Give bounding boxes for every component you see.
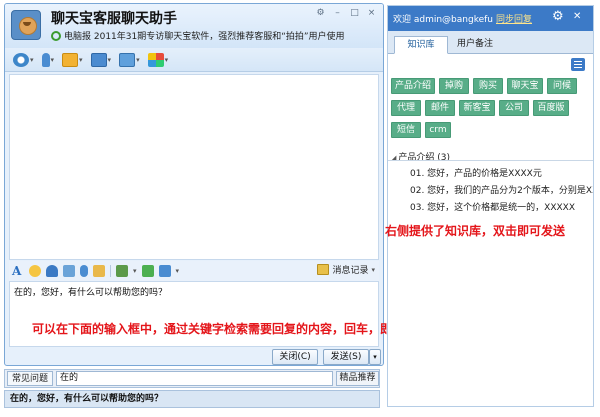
- tag-xinkebao[interactable]: 新客宝: [459, 100, 495, 116]
- welcome-text: 欢迎 admin@bangkefu: [393, 15, 494, 25]
- screen-share-button[interactable]: ▾: [117, 51, 142, 69]
- sync-reply-link[interactable]: 同步回复: [496, 12, 532, 25]
- tag-sms[interactable]: 短信: [391, 122, 421, 138]
- quick-reply-bar: 常见问题 在的 精品推荐: [4, 369, 380, 388]
- emoji-icon[interactable]: [29, 265, 41, 277]
- message-history-label: 消息记录: [332, 266, 369, 276]
- tag-diaogou[interactable]: 掉购: [439, 78, 469, 94]
- message-display[interactable]: [9, 74, 379, 260]
- apps-button[interactable]: ▾: [146, 51, 171, 69]
- suggestion-item[interactable]: 在的，您好，有什么可以帮助您的吗？: [4, 390, 380, 408]
- tag-liaotianbao[interactable]: 聊天宝: [507, 78, 543, 94]
- shake-icon[interactable]: [46, 265, 58, 277]
- remote-assist-button[interactable]: ▾: [89, 51, 114, 69]
- tab-user-notes[interactable]: 用户备注: [448, 36, 502, 54]
- tag-baidu-edition[interactable]: 百度版: [533, 100, 569, 116]
- message-input-text: 在的，您好，有什么可以帮助您的吗？: [14, 288, 168, 298]
- collapse-icon: ◢: [391, 154, 397, 162]
- faq-item-1[interactable]: 01. 您好，产品的价格是XXXX元: [410, 166, 542, 179]
- avatar[interactable]: [11, 10, 41, 40]
- faq-item-3[interactable]: 03. 您好，这个价格都是统一的，XXXXX: [410, 200, 575, 213]
- video-icon: [13, 52, 29, 67]
- chat-window: 聊天宝客服聊天助手 电脑报 2011年31期专访聊天宝软件，强烈推荐客服和“拍拍…: [4, 3, 384, 366]
- refresh-green-icon[interactable]: [141, 265, 154, 277]
- knowledge-panel: 欢迎 admin@bangkefu 同步回复 ⚙ ✕ 知识库 用户备注 产品介绍…: [387, 5, 594, 407]
- keyword-search-input[interactable]: 在的: [56, 371, 333, 386]
- font-icon[interactable]: A: [12, 265, 24, 277]
- category-header[interactable]: ◢ 产品介绍 (3): [388, 150, 593, 163]
- transfer-file-icon: [62, 52, 79, 67]
- knowledge-header: 欢迎 admin@bangkefu 同步回复 ⚙ ✕: [388, 6, 593, 31]
- message-input[interactable]: 在的，您好，有什么可以帮助您的吗？: [9, 281, 379, 347]
- recommend-button[interactable]: 精品推荐: [336, 371, 379, 386]
- list-view-icon[interactable]: [571, 58, 585, 71]
- screenshot-icon[interactable]: [93, 265, 105, 277]
- gear-icon[interactable]: ⚙: [552, 9, 564, 25]
- tag-company[interactable]: 公司: [499, 100, 529, 116]
- tag-mail[interactable]: 邮件: [425, 100, 455, 116]
- minimize-button[interactable]: –: [332, 8, 343, 19]
- tag-agent[interactable]: 代理: [391, 100, 421, 116]
- screen-share-icon: [119, 52, 136, 67]
- close-window-button[interactable]: ×: [366, 8, 377, 19]
- transfer-file-button[interactable]: ▾: [60, 51, 85, 69]
- tag-crm[interactable]: crm: [425, 122, 451, 138]
- category-label: 产品介绍 (3): [398, 153, 451, 163]
- remote-assist-icon: [90, 52, 107, 67]
- knowledge-tabs: 知识库 用户备注: [388, 31, 593, 54]
- window-controls: ⚙ – □ ×: [315, 8, 377, 19]
- history-icon: [317, 264, 330, 275]
- refresh-icon: [51, 31, 61, 41]
- input-annotation: 可以在下面的输入框中，通过关键字检索需要回复的内容，回车，即可发送。: [32, 322, 441, 336]
- apps-icon: [147, 52, 164, 67]
- tag-purchase[interactable]: 购买: [473, 78, 503, 94]
- window-title: 聊天宝客服聊天助手: [51, 11, 177, 27]
- message-history-button[interactable]: 消息记录 ▾: [317, 263, 375, 276]
- title-bar: 聊天宝客服聊天助手 电脑报 2011年31期专访聊天宝软件，强烈推荐客服和“拍拍…: [5, 4, 383, 48]
- voice-message-icon[interactable]: [80, 265, 88, 277]
- knowledge-annotation: 右侧提供了知识库，双击即可发送: [385, 224, 566, 238]
- more-icon[interactable]: [158, 265, 171, 277]
- faq-item-2[interactable]: 02. 您好，我们的产品分为2个版本，分别是XX: [410, 183, 593, 196]
- video-button[interactable]: ▾: [11, 51, 36, 69]
- voice-button[interactable]: ▾: [40, 51, 57, 69]
- maximize-button[interactable]: □: [349, 8, 360, 19]
- tag-greeting[interactable]: 问候: [547, 78, 577, 94]
- tab-knowledge-base[interactable]: 知识库: [394, 36, 448, 54]
- image-icon[interactable]: [63, 265, 75, 277]
- send-button[interactable]: 发送(S): [323, 349, 369, 365]
- faq-tab[interactable]: 常见问题: [7, 371, 53, 386]
- send-options-button[interactable]: ▾: [369, 349, 381, 365]
- tag-product-intro[interactable]: 产品介绍: [391, 78, 435, 94]
- window-subtitle[interactable]: 电脑报 2011年31期专访聊天宝软件，强烈推荐客服和“拍拍”用户使用: [64, 29, 345, 42]
- microphone-icon: [41, 52, 50, 67]
- close-button[interactable]: 关闭(C): [272, 349, 318, 365]
- chat-toolbar: ▾ ▾ ▾ ▾ ▾ ▾: [5, 48, 383, 72]
- settings-icon[interactable]: ⚙: [315, 8, 326, 19]
- picture-icon[interactable]: [116, 265, 128, 277]
- close-icon[interactable]: ✕: [573, 11, 581, 22]
